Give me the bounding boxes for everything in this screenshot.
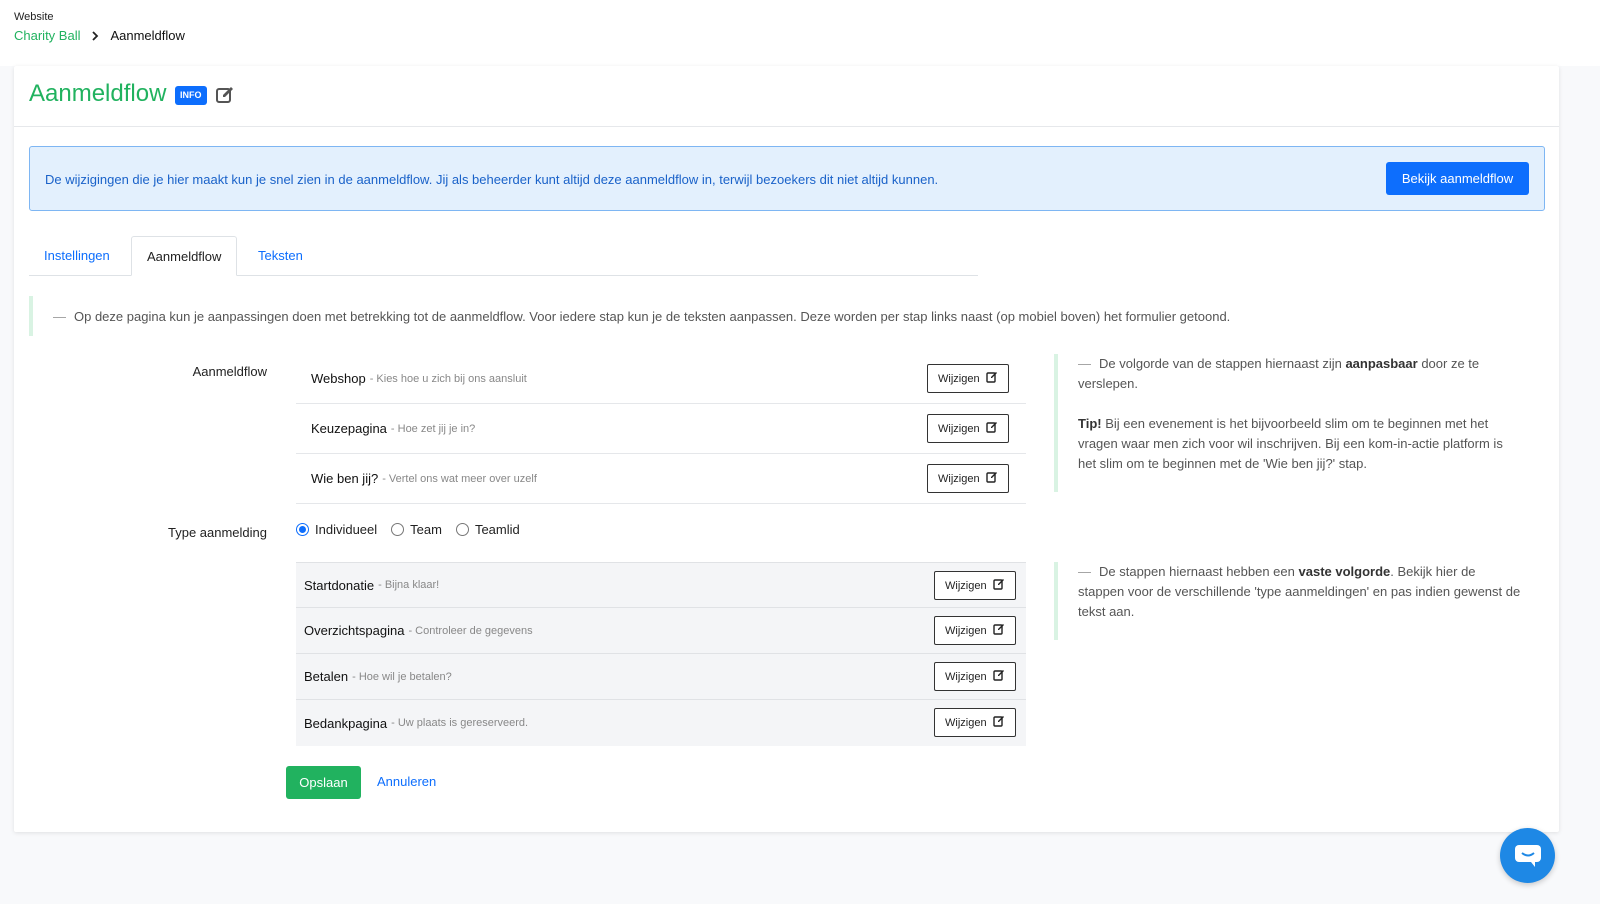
edit-step-button[interactable]: Wijzigen (934, 616, 1016, 645)
edit-icon (992, 715, 1005, 730)
fixed-step-row-startdonatie: Startdonatie - Bijna klaar! Wijzigen (296, 562, 1026, 608)
main-card: Aanmeldflow INFO De wijzigingen die je h… (14, 66, 1559, 832)
type-label: Type aanmelding (167, 525, 267, 540)
edit-icon (985, 471, 998, 486)
breadcrumb-current: Aanmeldflow (110, 28, 185, 43)
step-row-webshop[interactable]: Webshop - Kies hoe u zich bij ons aanslu… (296, 354, 1026, 404)
step-sub: - Kies hoe u zich bij ons aansluit (369, 372, 527, 385)
edit-step-button[interactable]: Wijzigen (934, 662, 1016, 691)
step-row-wie-ben-jij[interactable]: Wie ben jij? - Vertel ons wat meer over … (296, 454, 1026, 504)
type-radio-group: Individueel Team Teamlid (296, 522, 520, 537)
info-badge[interactable]: INFO (175, 86, 207, 105)
note-order: — De volgorde van de stappen hiernaast zi… (1054, 354, 1524, 492)
radio-teamlid[interactable]: Teamlid (455, 522, 520, 537)
edit-icon (985, 421, 998, 436)
step-row-keuzepagina[interactable]: Keuzepagina - Hoe zet jij je in? Wijzige… (296, 404, 1026, 454)
fixed-step-row-betalen: Betalen - Hoe wil je betalen? Wijzigen (296, 654, 1026, 700)
edit-step-button[interactable]: Wijzigen (927, 414, 1009, 443)
view-flow-button[interactable]: Bekijk aanmeldflow (1386, 162, 1529, 195)
edit-icon[interactable] (214, 84, 236, 106)
step-name: Overzichtspagina (304, 623, 405, 638)
tabs: Instellingen Aanmeldflow Teksten (29, 236, 978, 276)
breadcrumb-section: Website (14, 11, 54, 23)
radio-team[interactable]: Team (391, 522, 442, 537)
info-alert: De wijzigingen die je hier maakt kun je … (29, 146, 1545, 211)
cancel-link[interactable]: Annuleren (377, 774, 436, 789)
step-name: Betalen (304, 669, 349, 684)
step-sub: - Uw plaats is gereserveerd. (391, 717, 529, 729)
step-sub: - Bijna klaar! (378, 579, 440, 591)
chat-icon[interactable] (1500, 828, 1555, 883)
edit-icon (992, 623, 1005, 638)
note-fixed-order: — De stappen hiernaast hebben een vaste v… (1054, 562, 1524, 640)
step-sub: - Hoe zet jij je in? (390, 422, 476, 435)
radio-individueel[interactable]: Individueel (296, 522, 377, 537)
edit-icon (992, 578, 1005, 593)
card-header: Aanmeldflow INFO (14, 66, 1559, 127)
step-sub: - Vertel ons wat meer over uzelf (382, 472, 537, 485)
chevron-right-icon (88, 29, 102, 43)
fixed-step-row-bedankpagina: Bedankpagina - Uw plaats is gereserveerd… (296, 700, 1026, 746)
edit-step-button[interactable]: Wijzigen (927, 464, 1009, 493)
flow-label: Aanmeldflow (192, 364, 267, 379)
fixed-step-row-overzichtspagina: Overzichtspagina - Controleer de gegeven… (296, 608, 1026, 654)
intro-text: — Op deze pagina kun je aanpassingen doe… (29, 296, 1429, 336)
step-name: Wie ben jij? (311, 471, 379, 486)
step-name: Webshop (311, 371, 366, 386)
tab-teksten[interactable]: Teksten (243, 236, 318, 276)
tab-instellingen[interactable]: Instellingen (29, 236, 125, 276)
tab-aanmeldflow[interactable]: Aanmeldflow (131, 236, 238, 276)
intro-text-content: Op deze pagina kun je aanpassingen doen … (74, 308, 1231, 324)
save-button[interactable]: Opslaan (286, 766, 361, 799)
edit-step-button[interactable]: Wijzigen (927, 364, 1009, 393)
step-sub: - Controleer de gegevens (408, 624, 533, 637)
step-sub: - Hoe wil je betalen? (352, 670, 452, 683)
edit-icon (985, 371, 998, 386)
edit-step-button[interactable]: Wijzigen (934, 708, 1016, 737)
top-bar: Website Charity Ball Aanmeldflow (0, 0, 1600, 66)
page-title: Aanmeldflow (29, 80, 167, 107)
step-name: Startdonatie (304, 577, 375, 593)
edit-step-button[interactable]: Wijzigen (934, 571, 1016, 600)
edit-icon (992, 669, 1005, 684)
breadcrumb-link[interactable]: Charity Ball (14, 28, 80, 43)
breadcrumb: Charity Ball Aanmeldflow (14, 28, 185, 43)
alert-text: De wijzigingen die je hier maakt kun je … (45, 172, 939, 187)
step-name: Keuzepagina (311, 421, 387, 436)
step-name: Bedankpagina (304, 715, 388, 731)
